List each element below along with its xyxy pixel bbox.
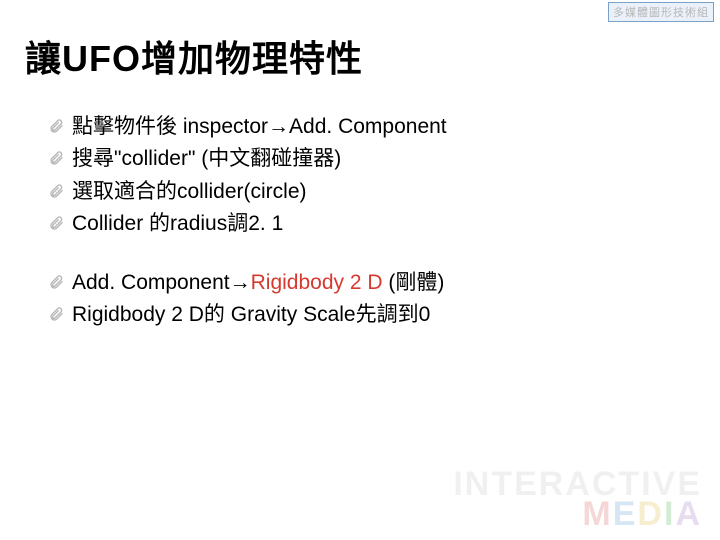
header-tag: 多媒體圖形技術組 bbox=[608, 2, 714, 22]
bullet-text: 點擊物件後 inspector→Add. Component bbox=[72, 112, 447, 142]
list-item: 點擊物件後 inspector→Add. Component bbox=[48, 112, 680, 142]
bullet-text: Collider 的radius調2. 1 bbox=[72, 209, 283, 239]
bullet-block-1: 點擊物件後 inspector→Add. Component 搜尋"collid… bbox=[48, 112, 680, 240]
watermark-line-1: INTERACTIVE bbox=[453, 470, 702, 500]
paperclip-icon bbox=[48, 274, 64, 290]
text-highlight: Rigidbody 2 D bbox=[251, 271, 383, 294]
paperclip-icon bbox=[48, 118, 64, 134]
list-item: 選取適合的collider(circle) bbox=[48, 177, 680, 207]
bullet-block-2: Add. Component→Rigidbody 2 D (剛體) Rigidb… bbox=[48, 268, 680, 331]
list-item: Rigidbody 2 D的 Gravity Scale先調到0 bbox=[48, 300, 680, 330]
bullet-text: Add. Component→Rigidbody 2 D (剛體) bbox=[72, 268, 444, 298]
text-post: (剛體) bbox=[383, 271, 445, 294]
paperclip-icon bbox=[48, 306, 64, 322]
watermark-line-2: MEDIA bbox=[453, 500, 702, 530]
slide-content: 點擊物件後 inspector→Add. Component 搜尋"collid… bbox=[48, 112, 680, 333]
list-item: 搜尋"collider" (中文翻碰撞器) bbox=[48, 144, 680, 174]
paperclip-icon bbox=[48, 150, 64, 166]
list-item: Collider 的radius調2. 1 bbox=[48, 209, 680, 239]
watermark: INTERACTIVE MEDIA bbox=[453, 470, 702, 530]
slide-title: 讓UFO增加物理特性 bbox=[25, 30, 363, 82]
bullet-text: 選取適合的collider(circle) bbox=[72, 177, 307, 207]
list-item: Add. Component→Rigidbody 2 D (剛體) bbox=[48, 268, 680, 298]
paperclip-icon bbox=[48, 183, 64, 199]
paperclip-icon bbox=[48, 215, 64, 231]
bullet-text: 搜尋"collider" (中文翻碰撞器) bbox=[72, 144, 341, 174]
bullet-text: Rigidbody 2 D的 Gravity Scale先調到0 bbox=[72, 300, 430, 330]
text-pre: Add. Component→ bbox=[72, 271, 251, 294]
